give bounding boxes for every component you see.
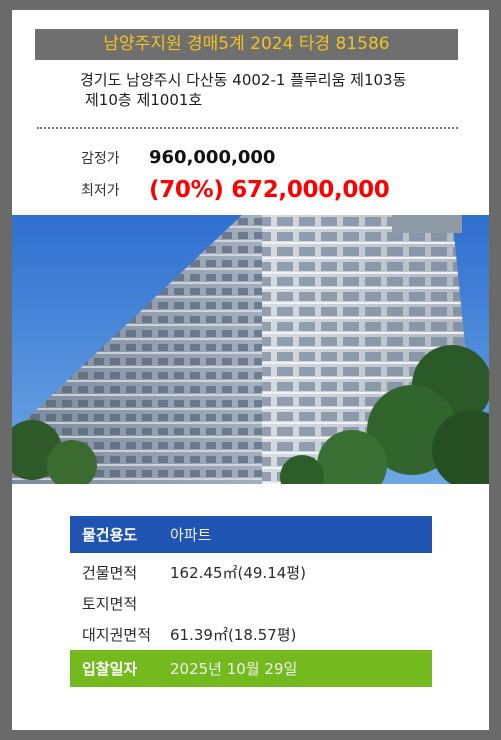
detail-row-bid-date: 입찰일자 2025년 10월 29일 — [70, 650, 432, 687]
property-address: 경기도 남양주시 다산동 4002-1 플루리움 제103동 제10층 제100… — [80, 70, 470, 110]
detail-row-land-area: 토지면적 — [70, 588, 432, 619]
detail-label-land-area: 토지면적 — [82, 595, 138, 613]
detail-value-usage: 아파트 — [170, 526, 212, 544]
address-line-1: 경기도 남양주시 다산동 4002-1 플루리움 제103동 — [80, 71, 407, 89]
detail-value-bid-date: 2025년 10월 29일 — [170, 660, 298, 678]
detail-label-building-area: 건물면적 — [82, 564, 138, 582]
minimum-price-row: 최저가 (70%) 672,000,000 — [81, 177, 390, 203]
detail-value-building-area: 162.45㎡(49.14평) — [170, 564, 306, 582]
appraisal-value: 960,000,000 — [149, 147, 276, 168]
minimum-value: (70%) 672,000,000 — [149, 177, 390, 203]
appraisal-price-row: 감정가 960,000,000 — [81, 147, 275, 168]
property-details-table: 물건용도 아파트 건물면적 162.45㎡(49.14평) 토지면적 대지권면적… — [70, 516, 432, 687]
detail-value-land-right-area: 61.39㎡(18.57평) — [170, 626, 297, 644]
appraisal-label: 감정가 — [81, 150, 120, 167]
detail-row-building-area: 건물면적 162.45㎡(49.14평) — [70, 557, 432, 588]
detail-label-usage: 물건용도 — [82, 526, 138, 544]
detail-label-bid-date: 입찰일자 — [82, 660, 138, 678]
case-title-bar: 남양주지원 경매5계 2024 타경 81586 — [35, 29, 458, 60]
property-photo — [12, 215, 489, 484]
detail-label-land-right-area: 대지권면적 — [82, 626, 152, 644]
detail-row-usage: 물건용도 아파트 — [70, 516, 432, 553]
minimum-label: 최저가 — [81, 183, 120, 199]
detail-row-land-right-area: 대지권면적 61.39㎡(18.57평) — [70, 619, 432, 650]
apartment-building-image — [12, 215, 489, 484]
dotted-divider — [37, 127, 458, 129]
listing-card: 남양주지원 경매5계 2024 타경 81586 경기도 남양주시 다산동 40… — [12, 10, 489, 730]
address-line-2: 제10층 제1001호 — [85, 91, 203, 109]
